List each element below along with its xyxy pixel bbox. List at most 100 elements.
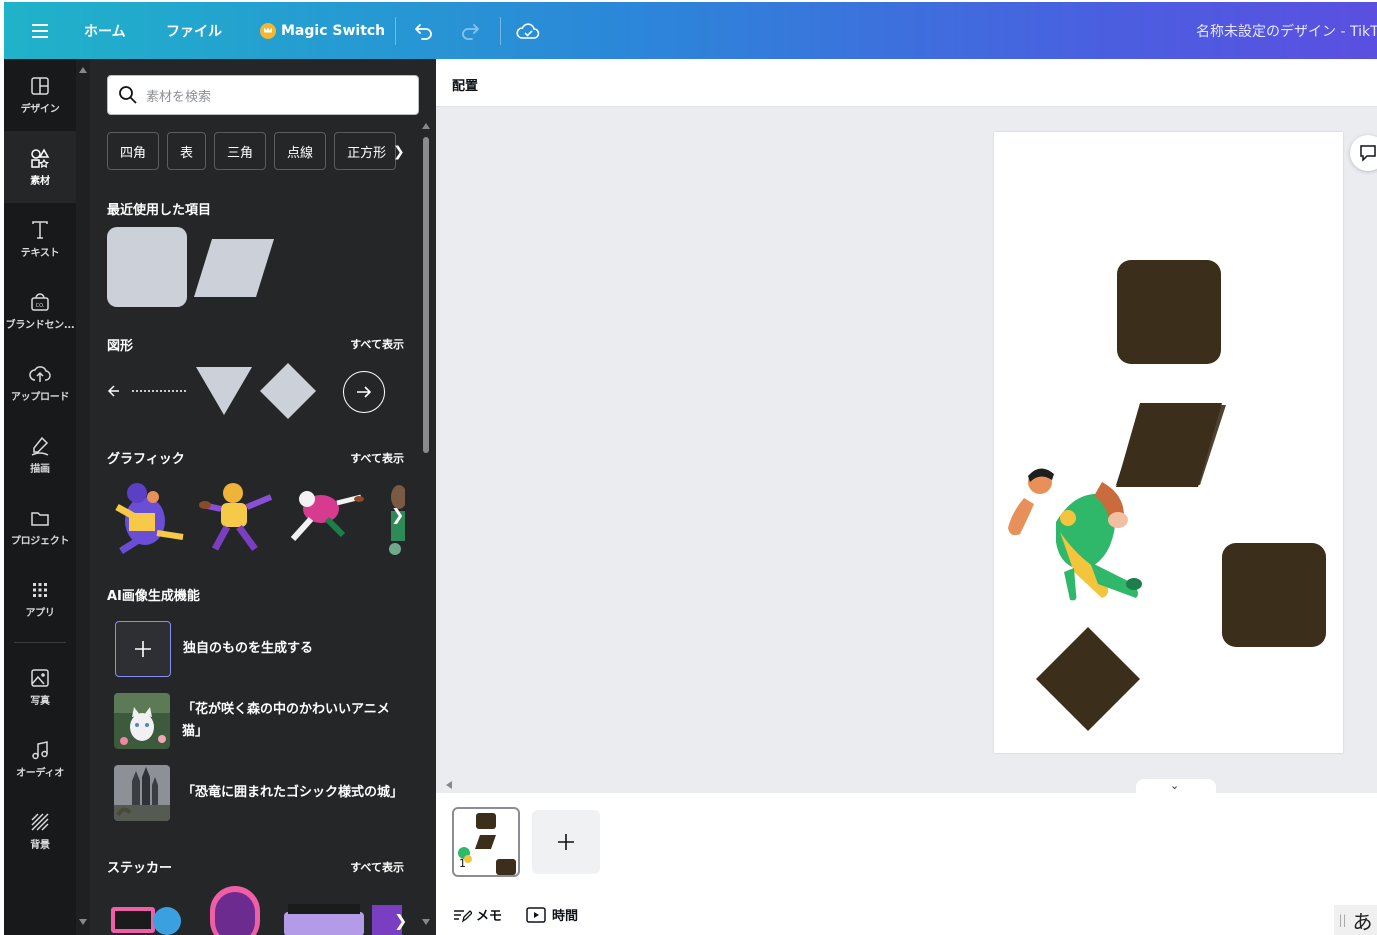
save-status-button[interactable] — [516, 2, 540, 59]
nav-design-label: デザイン — [20, 104, 60, 115]
design-page[interactable] — [994, 132, 1343, 753]
home-button[interactable]: ホーム — [84, 2, 126, 59]
anime-cat-thumbnail — [114, 693, 170, 749]
page-canvas — [1008, 260, 1326, 731]
recent-parallelogram[interactable] — [194, 237, 276, 299]
horizontal-scrollbar[interactable]: ⌄ — [436, 777, 1377, 795]
play-box-icon — [526, 906, 546, 923]
chevron-down-icon[interactable]: ⌄ — [1170, 779, 1179, 792]
graphics-title: グラフィック — [107, 452, 185, 467]
text-icon — [32, 221, 48, 239]
diamond-shape — [1036, 627, 1140, 731]
search-box[interactable]: 素材を検索 — [107, 75, 419, 115]
nav-photos-label: 写真 — [30, 696, 50, 707]
stickers-see-all[interactable]: すべて表示 — [350, 859, 404, 875]
gothic-castle-thumbnail — [114, 765, 170, 821]
ai-generate-item[interactable]: 独自のものを生成する — [115, 621, 401, 677]
football-player-graphic[interactable] — [281, 483, 365, 547]
football-player-graphic[interactable] — [193, 479, 277, 555]
design-title[interactable]: 名称未設定のデザイン - TikTok — [1196, 2, 1377, 59]
timer-label: 時間 — [552, 909, 579, 924]
rounded-square-shape — [1222, 543, 1326, 647]
background-icon — [31, 813, 49, 831]
ai-prompt-cat: 「花が咲く森の中のかわいいアニメ猫」 — [182, 702, 390, 739]
ai-prompt-item[interactable]: 「花が咲く森の中のかわいいアニメ猫」 — [114, 693, 400, 749]
nav-draw[interactable]: 描画 — [4, 419, 76, 491]
magic-switch-button[interactable]: Magic Switch — [260, 2, 385, 59]
nav-projects-label: プロジェクト — [10, 536, 70, 547]
search-placeholder: 素材を検索 — [146, 89, 212, 105]
nav-brand-label: ブランドセン... — [5, 320, 75, 331]
recent-title: 最近使用した項目 — [107, 203, 212, 218]
rail-scrollbar[interactable] — [76, 59, 90, 935]
ai-title: AI画像生成機能 — [107, 589, 200, 604]
nav-upload-label: アップロード — [10, 392, 70, 403]
chevron-right-icon[interactable]: ❯ — [391, 505, 404, 524]
nav-audio[interactable]: オーディオ — [4, 723, 76, 795]
sticker-black-friday-text[interactable] — [284, 904, 364, 935]
page-thumbnail[interactable]: 1 — [452, 807, 520, 877]
chevron-right-icon[interactable]: ❯ — [394, 911, 407, 930]
file-menu-button[interactable]: ファイル — [166, 2, 222, 59]
plus-icon — [558, 834, 574, 850]
chip-table[interactable]: 表 — [167, 132, 207, 170]
chip-dotted-line[interactable]: 点線 — [274, 132, 327, 170]
position-button[interactable]: 配置 — [452, 75, 478, 94]
nav-photos[interactable]: 写真 — [4, 651, 76, 723]
menu-button[interactable] — [32, 2, 48, 59]
magic-switch-label: Magic Switch — [281, 22, 386, 39]
nav-elements[interactable]: 素材 — [4, 131, 76, 203]
shapes-see-all[interactable]: すべて表示 — [350, 336, 404, 352]
nav-draw-label: 描画 — [30, 464, 50, 475]
nav-background[interactable]: 背景 — [4, 795, 76, 867]
arrow-circle-shape[interactable] — [343, 371, 385, 413]
panel-scrollbar[interactable] — [422, 123, 430, 929]
chip-triangle[interactable]: 三角 — [214, 132, 267, 170]
football-player-graphic[interactable] — [107, 477, 189, 557]
nav-text-label: テキスト — [20, 248, 60, 259]
chip-square[interactable]: 四角 — [107, 132, 160, 170]
nav-background-label: 背景 — [30, 840, 50, 851]
nav-upload[interactable]: アップロード — [4, 347, 76, 419]
svg-text:CO.: CO. — [36, 303, 45, 309]
search-icon — [119, 86, 137, 104]
triangle-shape[interactable] — [196, 365, 252, 417]
shapes-title: 図形 — [107, 339, 134, 354]
nav-design[interactable]: デザイン — [4, 59, 76, 131]
timer-button[interactable]: 時間 — [526, 905, 578, 924]
diamond-shape[interactable] — [260, 363, 316, 419]
sticker-black-friday-badge[interactable] — [208, 884, 262, 935]
scrollbar-thumb[interactable] — [423, 137, 429, 453]
brand-icon: CO. — [31, 293, 49, 311]
notes-button[interactable]: メモ — [452, 905, 502, 924]
nav-brand[interactable]: CO. ブランドセン... — [4, 275, 76, 347]
chip-regular-square-label: 正方形 — [347, 145, 387, 161]
recent-rounded-square[interactable] — [107, 227, 187, 307]
undo-button[interactable] — [414, 2, 434, 59]
audio-icon — [32, 741, 48, 760]
football-player-graphic — [1008, 468, 1142, 601]
chevron-right-icon[interactable]: ❯ — [393, 144, 405, 160]
notes-label: メモ — [476, 909, 503, 924]
ai-prompt-castle: 「恐竜に囲まれたゴシック様式の城」 — [182, 785, 404, 800]
upload-icon — [29, 366, 51, 382]
ai-prompt-item[interactable]: 「恐竜に囲まれたゴシック様式の城」 — [114, 765, 404, 821]
nav-apps-label: アプリ — [25, 608, 55, 619]
rounded-square-shape — [1117, 260, 1221, 364]
nav-elements-label: 素材 — [30, 176, 50, 187]
comment-button[interactable] — [1350, 135, 1377, 171]
dotted-arrow-line[interactable] — [107, 381, 189, 401]
stickers-title: ステッカー — [107, 861, 173, 876]
sticker-black-friday-deals[interactable] — [109, 903, 185, 935]
nav-text[interactable]: テキスト — [4, 203, 76, 275]
add-page-button[interactable] — [532, 810, 600, 874]
ime-indicator[interactable]: || あ — [1334, 905, 1377, 935]
nav-projects[interactable]: プロジェクト — [4, 491, 76, 563]
redo-button[interactable] — [460, 2, 480, 59]
ime-label: あ — [1352, 909, 1373, 934]
graphics-see-all[interactable]: すべて表示 — [350, 450, 404, 466]
chip-regular-square[interactable]: 正方形 — [334, 132, 397, 170]
shapes-icon — [31, 148, 50, 168]
nav-apps[interactable]: アプリ — [4, 563, 76, 635]
crown-icon — [260, 22, 276, 39]
